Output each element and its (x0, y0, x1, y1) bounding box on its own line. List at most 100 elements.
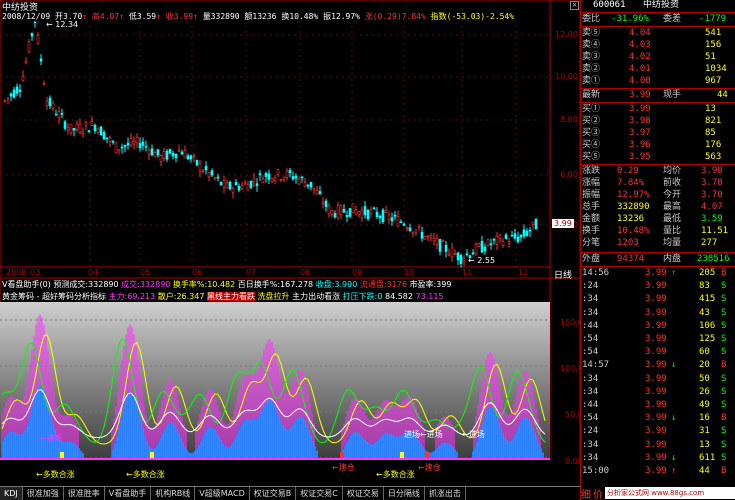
candle-body (105, 137, 109, 139)
annotation-signal: ←多数合涨 (376, 470, 415, 479)
indicator2-name[interactable]: 黄金筹码 - 超好筹码分析指标 (2, 292, 106, 301)
stats-row: 分笔 1203 均量 277 (582, 238, 718, 248)
candle-body (429, 235, 433, 238)
tab-indicator[interactable]: 抓涨出击 (425, 487, 466, 500)
tab-indicator[interactable]: V看盘助手 (105, 487, 152, 500)
stock-name: 中纺投资 (643, 0, 680, 10)
candle-body (249, 180, 253, 188)
annotation-signal: ←多数合涨 (126, 470, 165, 479)
ind1-item: 收盘:3.990 (315, 280, 358, 289)
candle-body (201, 170, 205, 173)
candle-body (183, 150, 187, 159)
detail-tab[interactable]: 细 (581, 486, 591, 500)
candle-body (339, 205, 343, 215)
candle-body (474, 244, 478, 254)
header-date: 2008/12/09 (2, 12, 51, 21)
tab-indicator[interactable]: 权证交易B (250, 487, 297, 500)
header-change: 涨(0.29)7.84% (364, 12, 426, 21)
annotation-build: ←建仓 (332, 463, 355, 472)
buy-level-row: 买③ 3.97 85 (582, 128, 716, 138)
candle-body (294, 175, 298, 179)
candle-body (45, 100, 49, 106)
tab-indicator[interactable]: 权证交易C (296, 487, 343, 500)
candle-body (270, 177, 274, 182)
candle-body (315, 190, 319, 195)
time-axis-label: 04 (88, 268, 99, 277)
tab-indicator[interactable]: 日分隔线 (384, 487, 425, 500)
candle-body (321, 202, 325, 205)
price-label-10: 10.00 (555, 72, 578, 81)
candle-body (33, 21, 37, 24)
ind1-item: 市盈率:399 (409, 280, 452, 289)
candle-body (78, 124, 82, 134)
candle-body (534, 218, 538, 230)
header-close: 收3.99 (165, 12, 194, 21)
stats-row: 振幅 12.97% 今开 3.70 (582, 190, 723, 200)
candle-body (132, 141, 136, 145)
candle-body (327, 205, 331, 215)
candle-body (102, 132, 106, 140)
candle-body (99, 126, 103, 136)
candle-body (381, 209, 385, 223)
candle-body (435, 238, 439, 246)
tab-indicator[interactable]: V超级MACD (195, 487, 250, 500)
tick-row: :34 3.99 13 S (582, 439, 727, 450)
tab-kdj[interactable]: KDJ (0, 487, 23, 500)
candle-body (150, 148, 154, 156)
candle-body (471, 252, 475, 255)
indicator2-header: 黄金筹码 - 超好筹码分析指标 主力:69.213 散户:26.347 黑线主力… (2, 291, 444, 302)
price-label-6: 6.00 (560, 170, 578, 179)
header-index: 指数(-53.03)-2.54% (430, 12, 515, 21)
latest-row: 最新 3.99 现手 44 (582, 90, 728, 100)
stats-row: 金额 13236 最低 3.59 (582, 214, 723, 224)
indicator1-name[interactable]: V看盘助手(0) (2, 280, 51, 289)
stats-row: 换手 10.48% 量比 11.51 (582, 226, 729, 236)
tab-indicator[interactable]: 很准加强 (23, 487, 64, 500)
tick-row: :34 3.99 43 S (582, 307, 727, 318)
candle-body (483, 246, 487, 252)
candle-body (360, 210, 364, 218)
ind2-item: 洗盘拉升 (257, 292, 290, 301)
price-tab[interactable]: 价 (593, 486, 603, 500)
candle-body (189, 155, 193, 160)
tick-row: :24 3.99 83 S (582, 281, 727, 292)
time-axis-label: 11 (462, 268, 473, 277)
candle-body (378, 215, 382, 219)
candle-body (420, 231, 424, 239)
min-price-note: ← 2.55 (468, 256, 496, 265)
candle-body (288, 169, 292, 174)
candle-body (522, 229, 526, 237)
main-chart-area[interactable] (0, 0, 580, 460)
tab-indicator[interactable]: 很准胜率 (64, 487, 105, 500)
candle-body (387, 214, 391, 220)
annotation-build: ←建仓 (418, 463, 441, 472)
header-high: 高4.07 (91, 12, 120, 21)
tab-indicator[interactable]: 权证交易 (343, 487, 384, 500)
tick-row: :34 3.99 415 S (582, 294, 727, 305)
candle-body (465, 253, 469, 256)
candle-body (441, 240, 445, 243)
candle-body (234, 182, 238, 186)
candle-body (351, 203, 355, 213)
candle-body (309, 181, 313, 188)
indicator1-header: V看盘助手(0) 预测成交:332890 成交:332890 换手率%:10.4… (2, 279, 451, 290)
candle-body (516, 236, 520, 243)
period-label[interactable]: 日线 (554, 268, 572, 281)
candle-body (225, 182, 229, 189)
candle-body (276, 169, 280, 175)
candle-body (120, 146, 124, 149)
candle-body (159, 155, 163, 162)
candle-body (375, 211, 379, 218)
candle-body (444, 244, 448, 252)
tab-indicator[interactable]: 机构RB线 (151, 487, 196, 500)
time-axis-label: 09 (352, 268, 363, 277)
candle-body (396, 216, 400, 227)
candle-body (93, 124, 97, 132)
header-ohlc: 2008/12/09 开3.70↑ 高4.07↑ 低3.59↑ 收3.99↑ 量… (2, 12, 515, 21)
close-icon[interactable]: × (570, 1, 579, 10)
ind2-item: 73.115 (415, 292, 444, 301)
ind1-item: 百日换手%:167.278 (237, 280, 314, 289)
candle-body (213, 177, 217, 180)
candle-body (36, 34, 40, 44)
candle-body (519, 234, 523, 238)
